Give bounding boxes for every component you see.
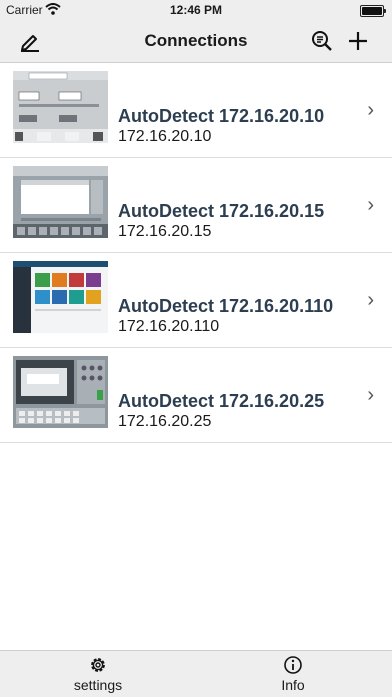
chevron-right-icon: › bbox=[367, 384, 374, 406]
tab-label: settings bbox=[73, 677, 123, 693]
connection-name: AutoDetect 172.16.20.110 bbox=[118, 296, 334, 316]
connection-thumbnail bbox=[13, 71, 108, 143]
plus-icon[interactable] bbox=[346, 29, 370, 53]
tab-label: Info bbox=[281, 677, 305, 693]
connection-row[interactable]: AutoDetect 172.16.20.10 172.16.20.10 › bbox=[0, 63, 392, 158]
connection-name: AutoDetect 172.16.20.25 bbox=[118, 391, 325, 411]
connection-name: AutoDetect 172.16.20.10 bbox=[118, 106, 325, 126]
chevron-right-icon: › bbox=[367, 99, 374, 121]
connection-ip: 172.16.20.10 bbox=[118, 128, 212, 145]
connection-thumbnail bbox=[13, 166, 108, 238]
navigation-bar: Connections bbox=[0, 20, 392, 63]
connection-ip: 172.16.20.110 bbox=[118, 318, 220, 335]
clock: 12:46 PM bbox=[169, 3, 223, 17]
info-icon bbox=[284, 656, 302, 674]
connection-row[interactable]: AutoDetect 172.16.20.15 172.16.20.15 › bbox=[0, 158, 392, 253]
status-bar: Carrier 12:46 PM bbox=[0, 0, 392, 20]
connection-name: AutoDetect 172.16.20.15 bbox=[118, 201, 325, 221]
tab-settings[interactable]: settings bbox=[38, 655, 158, 693]
chevron-right-icon: › bbox=[367, 289, 374, 311]
connection-thumbnail bbox=[13, 261, 108, 333]
tab-info[interactable]: Info bbox=[233, 655, 353, 693]
connection-ip: 172.16.20.15 bbox=[118, 223, 212, 240]
connection-thumbnail bbox=[13, 356, 108, 428]
battery-icon bbox=[360, 5, 386, 17]
tab-bar: settings Info bbox=[0, 650, 392, 697]
connection-row[interactable]: AutoDetect 172.16.20.25 172.16.20.25 › bbox=[0, 348, 392, 443]
connection-list: AutoDetect 172.16.20.10 172.16.20.10 › A… bbox=[0, 63, 392, 443]
connection-ip: 172.16.20.25 bbox=[118, 413, 212, 430]
gear-icon bbox=[91, 658, 105, 672]
chevron-right-icon: › bbox=[367, 194, 374, 216]
search-list-icon[interactable] bbox=[310, 29, 334, 53]
connection-row[interactable]: AutoDetect 172.16.20.110 172.16.20.110 › bbox=[0, 253, 392, 348]
